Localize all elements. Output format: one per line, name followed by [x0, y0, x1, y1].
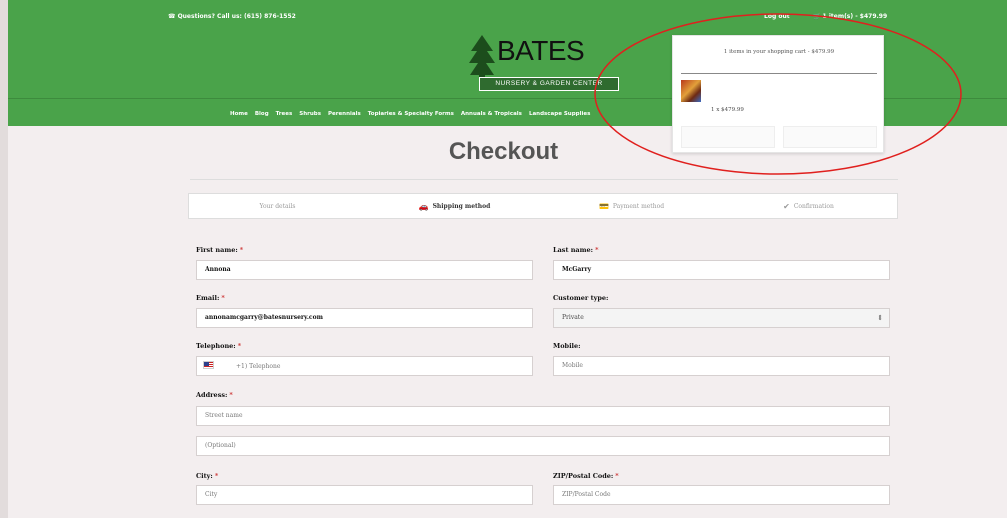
logo-title: BATES — [497, 35, 585, 66]
zip-input[interactable]: ZIP/Postal Code — [553, 485, 890, 505]
nav-blog[interactable]: Blog — [255, 111, 269, 117]
step-label: Payment method — [612, 202, 665, 210]
customer-type-value: Private — [562, 314, 584, 321]
car-icon: 🚗 — [418, 201, 429, 211]
address-optional-input[interactable]: (Optional) — [196, 436, 890, 456]
first-name-input[interactable]: Annona — [196, 260, 533, 280]
checkout-steps: Your details 🚗 Shipping method 💳 Payment… — [188, 193, 898, 219]
nav-trees[interactable]: Trees — [276, 111, 293, 117]
cart-divider — [681, 73, 877, 74]
check-icon: ✔ — [783, 201, 790, 211]
title-divider — [190, 179, 898, 180]
step-confirmation[interactable]: ✔ Confirmation — [720, 194, 897, 218]
nav-perennials[interactable]: Perennials — [328, 111, 361, 117]
telephone-label: Telephone: * — [196, 342, 242, 350]
nav-topiaries[interactable]: Topiaries & Specialty Forms — [368, 111, 454, 117]
us-flag-icon[interactable] — [203, 361, 214, 369]
step-payment-method[interactable]: 💳 Payment method — [543, 194, 720, 218]
main-nav: Home Blog Trees Shrubs Perennials Topiar… — [230, 111, 590, 117]
step-label: Confirmation — [793, 202, 834, 210]
email-input[interactable]: annonamcgarry@batesnursery.com — [196, 308, 533, 328]
logo-subtitle: NURSERY & GARDEN CENTER — [479, 77, 619, 91]
site-logo[interactable]: BATES NURSERY & GARDEN CENTER — [467, 33, 619, 93]
credit-card-icon: 💳 — [598, 201, 609, 211]
customer-type-select[interactable]: Private ⇕ — [553, 308, 890, 328]
street-input[interactable]: Street name — [196, 406, 890, 426]
tree-icon — [469, 35, 495, 81]
last-name-label: Last name: * — [553, 246, 599, 254]
cart-dropdown: 1 items in your shopping cart - $479.99 … — [672, 35, 884, 153]
zip-label: ZIP/Postal Code: * — [553, 472, 619, 480]
customer-type-label: Customer type: — [553, 294, 609, 302]
city-input[interactable]: City — [196, 485, 533, 505]
cart-link[interactable]: 🛒 1 item(s) - $479.99 — [813, 13, 887, 20]
select-arrows-icon: ⇕ — [877, 314, 883, 322]
step-shipping-method[interactable]: 🚗 Shipping method — [366, 194, 543, 218]
nav-home[interactable]: Home — [230, 111, 248, 117]
logout-link[interactable]: Log out — [764, 13, 790, 20]
cart-summary: 1 items in your shopping cart - $479.99 — [723, 49, 835, 55]
address-label: Address: * — [196, 391, 233, 399]
left-edge — [0, 0, 8, 518]
email-label: Email: * — [196, 294, 225, 302]
nav-landscape-supplies[interactable]: Landscape Supplies — [529, 111, 590, 117]
nav-annuals[interactable]: Annuals & Tropicals — [461, 111, 522, 117]
cart-checkout-button[interactable] — [783, 126, 877, 148]
step-label: Your details — [259, 202, 296, 210]
mobile-label: Mobile: — [553, 342, 581, 350]
cart-view-button[interactable] — [681, 126, 775, 148]
city-label: City: * — [196, 472, 219, 480]
product-thumbnail[interactable] — [681, 80, 701, 102]
cart-item-line: 1 x $479.99 — [711, 107, 744, 113]
first-name-label: First name: * — [196, 246, 244, 254]
mobile-input[interactable]: Mobile — [553, 356, 890, 376]
last-name-input[interactable]: McGarry — [553, 260, 890, 280]
telephone-placeholder: +1) Telephone — [236, 363, 281, 370]
phone-text: ☎ Questions? Call us: (615) 876-1552 — [168, 13, 296, 20]
step-label: Shipping method — [432, 202, 491, 210]
step-your-details[interactable]: Your details — [189, 194, 366, 218]
nav-shrubs[interactable]: Shrubs — [299, 111, 321, 117]
